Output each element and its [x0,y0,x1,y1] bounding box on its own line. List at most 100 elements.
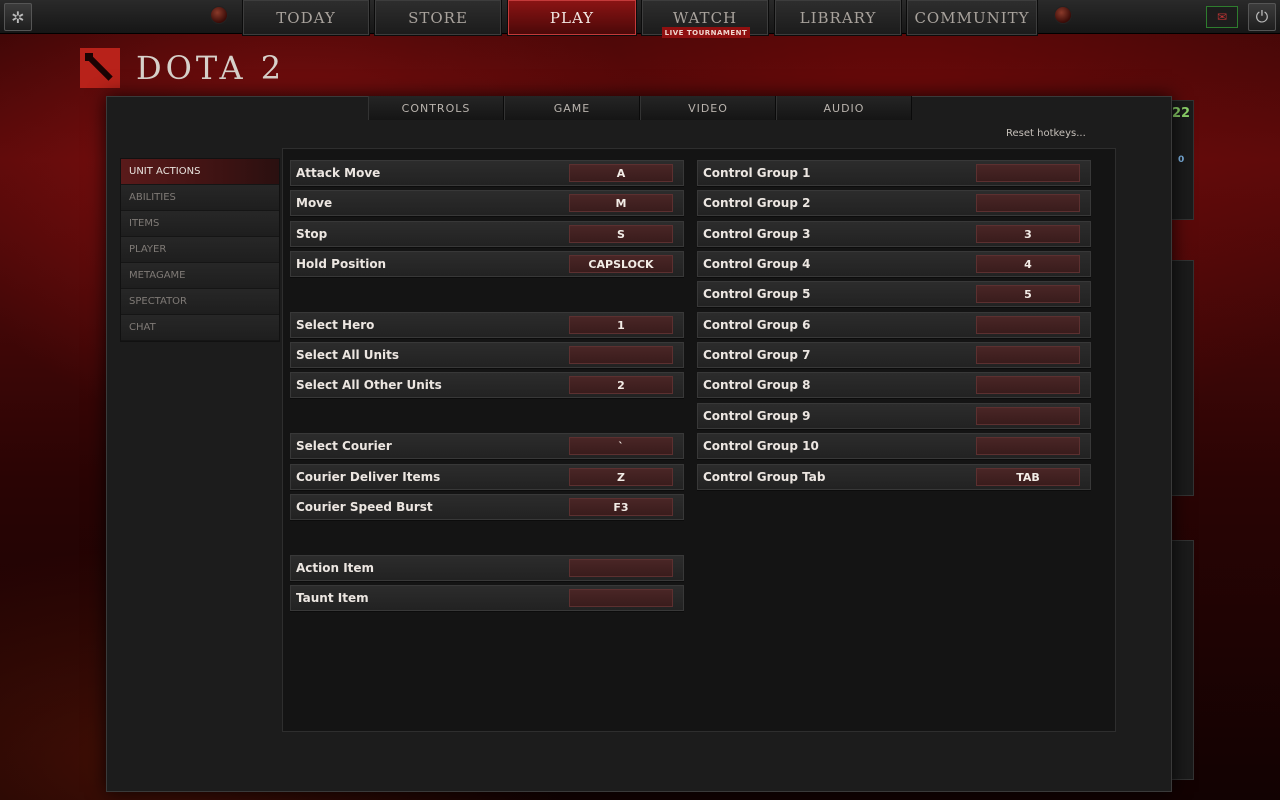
hotkey-label: Control Group 1 [703,166,811,180]
hotkey-row: Control Group 7 [697,342,1091,368]
hotkey-row: Hold Position CAPSLOCK [290,251,684,277]
logo-text: DOTA 2 [136,49,286,87]
hotkey-key-button[interactable]: 1 [569,316,673,334]
hotkey-row: Select Hero 1 [290,312,684,338]
category-chat[interactable]: CHAT [121,315,279,341]
nav-store[interactable]: STORE [374,0,502,36]
hotkey-label: Control Group 5 [703,287,811,301]
nav-community[interactable]: COMMUNITY [906,0,1038,36]
hotkey-key-button[interactable]: ` [569,437,673,455]
hotkey-row: Control Group 9 [697,403,1091,429]
hotkey-label: Courier Speed Burst [296,500,433,514]
nav-library[interactable]: LIBRARY [774,0,902,36]
hotkey-row: Select All Other Units 2 [290,372,684,398]
hotkey-key-button[interactable] [569,346,673,364]
hotkey-label: Hold Position [296,257,387,271]
hotkey-key-button[interactable] [569,589,673,607]
ornament-gem-left [210,6,228,24]
hotkey-key-button[interactable] [976,437,1080,455]
tab-controls[interactable]: CONTROLS [368,96,504,120]
hotkey-label: Stop [296,227,328,241]
hotkey-key-button[interactable] [976,164,1080,182]
category-abilities[interactable]: ABILITIES [121,185,279,211]
hotkey-row: Control Group 5 5 [697,281,1091,307]
hotkey-label: Attack Move [296,166,381,180]
category-list: UNIT ACTIONS ABILITIES ITEMS PLAYER META… [120,158,280,342]
dota-logo: DOTA 2 [80,48,285,88]
hotkey-label: Control Group 7 [703,348,811,362]
hotkey-key-button[interactable] [976,376,1080,394]
side-blue-count: 0 [1178,155,1185,165]
hotkey-label: Taunt Item [296,591,369,605]
hotkey-label: Action Item [296,561,375,575]
hotkey-label: Control Group 6 [703,318,811,332]
hotkey-row: Courier Speed Burst F3 [290,494,684,520]
hotkey-row: Control Group 2 [697,190,1091,216]
tab-audio[interactable]: AUDIO [776,96,912,120]
category-items[interactable]: ITEMS [121,211,279,237]
hotkey-key-button[interactable] [569,559,673,577]
hotkey-label: Select All Units [296,348,400,362]
hotkey-key-button[interactable]: CAPSLOCK [569,255,673,273]
hotkey-label: Control Group Tab [703,470,826,484]
hotkey-row: Control Group 6 [697,312,1091,338]
mail-icon[interactable]: ✉ [1206,6,1238,28]
hotkey-key-button[interactable]: 2 [569,376,673,394]
hotkey-label: Control Group 4 [703,257,811,271]
top-bar [0,0,1280,34]
nav-today[interactable]: TODAY [242,0,370,36]
hotkey-row: Select Courier ` [290,433,684,459]
hotkey-label: Control Group 3 [703,227,811,241]
hotkey-label: Control Group 9 [703,409,811,423]
live-tournament-badge[interactable]: LIVE TOURNAMENT [662,27,750,38]
category-spectator[interactable]: SPECTATOR [121,289,279,315]
hotkey-row: Move M [290,190,684,216]
category-metagame[interactable]: METAGAME [121,263,279,289]
hotkey-row: Control Group 10 [697,433,1091,459]
hotkey-row: Stop S [290,221,684,247]
category-unit-actions[interactable]: UNIT ACTIONS [121,159,279,185]
hotkey-key-button[interactable] [976,407,1080,425]
hotkey-row: Taunt Item [290,585,684,611]
hotkey-label: Control Group 10 [703,439,819,453]
hotkey-key-button[interactable]: TAB [976,468,1080,486]
reset-hotkeys-link[interactable]: Reset hotkeys... [1006,128,1086,139]
hotkey-row: Action Item [290,555,684,581]
hotkey-key-button[interactable] [976,194,1080,212]
hotkey-label: Control Group 8 [703,378,811,392]
hotkey-key-button[interactable]: F3 [569,498,673,516]
gear-icon[interactable]: ✲ [4,3,32,31]
tab-game[interactable]: GAME [504,96,640,120]
hotkey-row: Courier Deliver Items Z [290,464,684,490]
hotkey-key-button[interactable] [976,316,1080,334]
hotkey-row: Control Group Tab TAB [697,464,1091,490]
hotkey-key-button[interactable]: M [569,194,673,212]
hotkey-row: Select All Units [290,342,684,368]
side-scrollbar-2[interactable] [1170,540,1194,780]
hotkey-label: Select All Other Units [296,378,442,392]
nav-play[interactable]: PLAY [507,0,637,36]
settings-tabs: CONTROLS GAME VIDEO AUDIO [368,96,912,120]
hotkey-key-button[interactable]: S [569,225,673,243]
category-player[interactable]: PLAYER [121,237,279,263]
hotkey-row: Control Group 1 [697,160,1091,186]
hotkey-label: Courier Deliver Items [296,470,441,484]
side-scrollbar-1[interactable] [1170,260,1194,496]
ornament-gem-right [1054,6,1072,24]
hotkey-key-button[interactable]: 4 [976,255,1080,273]
hotkey-key-button[interactable]: Z [569,468,673,486]
hotkey-key-button[interactable]: 3 [976,225,1080,243]
hotkey-key-button[interactable] [976,346,1080,364]
hotkey-label: Select Courier [296,439,392,453]
tab-video[interactable]: VIDEO [640,96,776,120]
hotkey-row: Control Group 4 4 [697,251,1091,277]
hotkey-label: Control Group 2 [703,196,811,210]
hotkey-label: Select Hero [296,318,375,332]
power-icon[interactable]: ⏻ [1248,3,1276,31]
hotkey-label: Move [296,196,333,210]
hotkey-key-button[interactable]: A [569,164,673,182]
dota-logo-mark [80,48,120,88]
hotkey-key-button[interactable]: 5 [976,285,1080,303]
side-green-count: 22 [1172,106,1191,121]
hotkey-row: Control Group 3 3 [697,221,1091,247]
